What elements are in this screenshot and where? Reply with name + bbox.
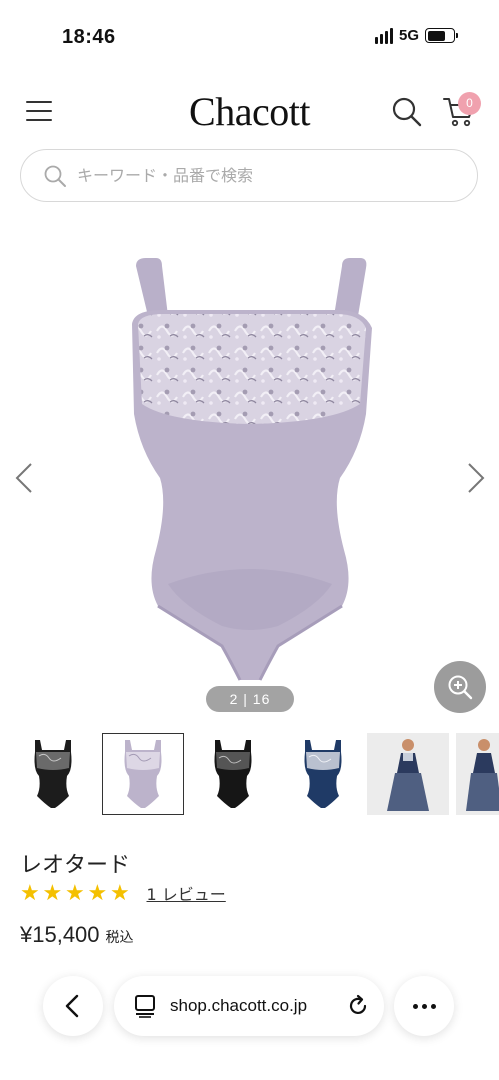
tax-label: 税込 (105, 930, 134, 946)
price: ¥15,400 税込 (20, 922, 134, 948)
star-icon: ★ (110, 880, 130, 905)
cart-count-badge: 0 (458, 92, 481, 115)
page-indicator: 2 | 16 (206, 686, 294, 712)
star-icon: ★ (20, 880, 40, 905)
search-input[interactable] (77, 166, 437, 185)
next-image-button[interactable] (460, 458, 490, 498)
status-bar: 18:46 5G (0, 0, 499, 72)
star-icon: ★ (65, 880, 85, 905)
reload-icon[interactable] (346, 994, 370, 1018)
zoom-in-icon (448, 675, 473, 700)
thumbnail-strip (0, 733, 499, 817)
product-gallery: 2 | 16 (0, 218, 499, 718)
site-header: Chacott (0, 82, 499, 142)
status-indicators: 5G (374, 27, 458, 44)
thumbnail-navy-lace[interactable] (282, 733, 364, 815)
thumbnail-lavender-lace[interactable] (102, 733, 184, 815)
thumbnail-model-photo-2[interactable] (456, 733, 499, 815)
star-icon: ★ (87, 880, 108, 905)
thumbnail-black-lace-2[interactable] (192, 733, 274, 815)
chevron-right-icon (468, 463, 485, 493)
search-bar[interactable] (20, 149, 478, 202)
signal-icon (374, 27, 393, 44)
review-link[interactable]: 1 レビュー (147, 881, 226, 905)
status-time: 18:46 (62, 26, 116, 48)
page-menu-icon[interactable] (134, 994, 156, 1018)
thumbnail-model-photo[interactable] (367, 733, 449, 815)
rating-row: ★ ★ ★ ★ ★ 1 レビュー (20, 880, 226, 906)
chevron-left-icon (15, 463, 32, 493)
product-image[interactable] (128, 254, 373, 684)
price-value: ¥15,400 (20, 922, 100, 947)
search-field-icon (44, 165, 66, 187)
more-options-button[interactable] (394, 976, 454, 1036)
chevron-left-icon (65, 994, 79, 1018)
browser-toolbar: shop.chacott.co.jp (0, 972, 499, 1080)
zoom-button[interactable] (434, 661, 486, 713)
address-bar[interactable]: shop.chacott.co.jp (114, 976, 384, 1036)
search-icon[interactable] (391, 96, 423, 128)
thumbnail-black-lace[interactable] (12, 733, 94, 815)
star-icon: ★ (42, 880, 63, 905)
more-dots-icon (412, 1003, 418, 1009)
network-label: 5G (398, 27, 419, 44)
site-logo[interactable]: Chacott (0, 88, 499, 135)
product-title: レオタード (20, 853, 131, 878)
battery-icon (425, 28, 458, 43)
prev-image-button[interactable] (10, 458, 40, 498)
url-text[interactable]: shop.chacott.co.jp (170, 996, 346, 1016)
browser-back-button[interactable] (43, 976, 103, 1036)
